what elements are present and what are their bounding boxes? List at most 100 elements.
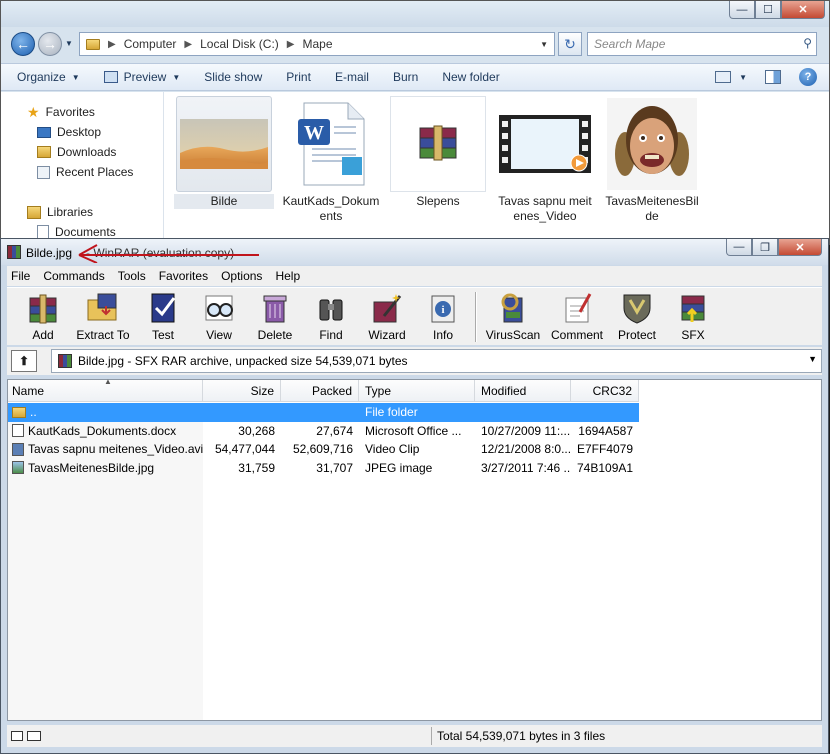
breadcrumb-local-disk[interactable]: Local Disk (C:) (200, 37, 279, 51)
file-item-tavasmeitenesbilde[interactable]: TavasMeitenesBilde (599, 96, 705, 224)
cell-modified: 12/21/2008 8:0... (481, 442, 571, 457)
file-item-bilde[interactable]: Bilde (171, 96, 277, 224)
change-view-button[interactable]: ▼ (715, 71, 747, 83)
find-label: Find (319, 328, 343, 342)
cell-name-text: TavasMeitenesBilde.jpg (28, 460, 155, 475)
slide-show-label: Slide show (204, 70, 263, 84)
menu-tools[interactable]: Tools (118, 269, 146, 283)
preview-button[interactable]: Preview ▼ (103, 70, 180, 84)
comment-button[interactable]: Comment (545, 288, 609, 342)
column-header-type[interactable]: Type (359, 380, 475, 402)
archive-path-combobox[interactable]: Bilde.jpg - SFX RAR archive, unpacked si… (51, 349, 822, 373)
word-document-icon: W (283, 96, 379, 192)
menu-favorites[interactable]: Favorites (159, 269, 208, 283)
cell-crc: 1694A587 (578, 423, 633, 438)
menu-file[interactable]: File (11, 269, 30, 283)
status-divider (431, 727, 432, 745)
nav-item-desktop[interactable]: Desktop (1, 122, 163, 142)
winrar-window-controls: — ❐ ✕ (726, 239, 822, 256)
nav-item-downloads[interactable]: Downloads (1, 142, 163, 162)
test-button[interactable]: Test (135, 288, 191, 342)
address-bar[interactable]: ▶ Computer ▶ Local Disk (C:) ▶ Mape ▼ (79, 32, 555, 56)
red-annotation-arrow-icon (78, 244, 259, 263)
extract-to-button[interactable]: Extract To (71, 288, 135, 342)
key-icon[interactable] (27, 731, 41, 741)
file-item-slepens[interactable]: Slepens (385, 96, 491, 224)
print-button[interactable]: Print (286, 70, 311, 84)
view-button[interactable]: View (191, 288, 247, 342)
column-header-packed[interactable]: Packed (281, 380, 359, 402)
table-row-parent-folder[interactable]: .. File folder (8, 403, 639, 422)
delete-button[interactable]: Delete (247, 288, 303, 342)
svg-text:i: i (441, 304, 444, 316)
info-button[interactable]: i Info (415, 288, 471, 342)
slide-show-button[interactable]: Slide show (204, 70, 262, 84)
wizard-icon (373, 294, 402, 323)
find-button[interactable]: Find (303, 288, 359, 342)
refresh-button[interactable]: ↻ (558, 32, 582, 56)
winrar-toolbar: Add Extract To Test View Delete Find Wiz… (7, 287, 822, 345)
file-item-kautkads-dokuments[interactable]: W KautKads_Dokuments (278, 96, 384, 224)
cell-type: JPEG image (365, 460, 433, 475)
close-button[interactable]: ✕ (781, 1, 825, 19)
minimize-button[interactable]: — (726, 239, 752, 256)
column-header-modified[interactable]: Modified (475, 380, 571, 402)
breadcrumb-mape[interactable]: Mape (302, 37, 332, 51)
search-placeholder: Search Mape (594, 37, 666, 51)
column-header-name[interactable]: Name ▲ (8, 377, 203, 402)
forward-button[interactable]: → (38, 32, 62, 56)
protect-button[interactable]: Protect (609, 288, 665, 342)
nav-item-favorites[interactable]: ★ Favorites (1, 102, 163, 122)
file-item-video[interactable]: Tavas sapnu meitenes_Video (492, 96, 598, 224)
wizard-button[interactable]: Wizard (359, 288, 415, 342)
maximize-button[interactable]: ☐ (755, 1, 781, 19)
add-button[interactable]: Add (15, 288, 71, 342)
virusscan-button[interactable]: VirusScan (481, 288, 545, 342)
menu-options[interactable]: Options (221, 269, 262, 283)
table-row[interactable]: TavasMeitenesBilde.jpg 31,759 31,707 JPE… (8, 459, 639, 478)
close-button[interactable]: ✕ (778, 239, 822, 256)
info-icon: i (431, 295, 455, 323)
history-chevron-icon[interactable]: ▼ (65, 39, 73, 48)
cell-size: 31,759 (238, 460, 275, 475)
organize-button[interactable]: Organize ▼ (17, 70, 80, 84)
winrar-archive-icon (390, 96, 486, 192)
search-icon[interactable]: ⚲ (803, 36, 812, 50)
up-folder-button[interactable]: ⬆ (11, 350, 37, 372)
table-row[interactable]: Tavas sapnu meitenes_Video.avi 54,477,04… (8, 440, 639, 459)
video-film-icon (499, 115, 591, 173)
minimize-button[interactable]: — (729, 1, 755, 19)
chevron-right-icon: ▶ (108, 38, 116, 50)
back-button[interactable]: ← (11, 32, 35, 56)
folder-icon (86, 38, 100, 50)
image-thumbnail (176, 96, 272, 192)
column-header-size[interactable]: Size (203, 380, 281, 402)
menu-commands[interactable]: Commands (43, 269, 104, 283)
table-row[interactable]: KautKads_Dokuments.docx 30,268 27,674 Mi… (8, 422, 639, 441)
address-dropdown-icon[interactable]: ▼ (540, 40, 548, 49)
cell-packed: 31,707 (316, 460, 353, 475)
video-thumbnail (497, 96, 593, 192)
cell-name-text: Tavas sapnu meitenes_Video.avi (28, 442, 203, 457)
email-button[interactable]: E-mail (335, 70, 369, 84)
help-icon[interactable]: ? (799, 68, 817, 86)
breadcrumb-computer[interactable]: Computer (124, 37, 177, 51)
chevron-right-icon: ▶ (184, 38, 193, 50)
new-folder-button[interactable]: New folder (442, 70, 499, 84)
cell-size: 54,477,044 (214, 442, 275, 457)
cell-type: File folder (365, 405, 418, 420)
sfx-button[interactable]: SFX (665, 288, 721, 342)
photo-thumbnail (604, 96, 700, 192)
drive-icon[interactable] (11, 731, 23, 741)
preview-pane-icon[interactable] (765, 70, 781, 84)
menu-help[interactable]: Help (275, 269, 300, 283)
explorer-command-bar: Organize ▼ Preview ▼ Slide show Print E-ma… (1, 63, 829, 91)
burn-button[interactable]: Burn (393, 70, 418, 84)
restore-button[interactable]: ❐ (752, 239, 778, 256)
nav-label: Favorites (45, 105, 95, 119)
chevron-down-icon[interactable]: ▼ (808, 354, 817, 364)
search-input[interactable]: Search Mape ⚲ (587, 32, 817, 56)
column-header-crc32[interactable]: CRC32 (571, 380, 639, 402)
nav-item-recent-places[interactable]: Recent Places (1, 162, 163, 182)
nav-item-libraries[interactable]: Libraries (1, 202, 163, 222)
